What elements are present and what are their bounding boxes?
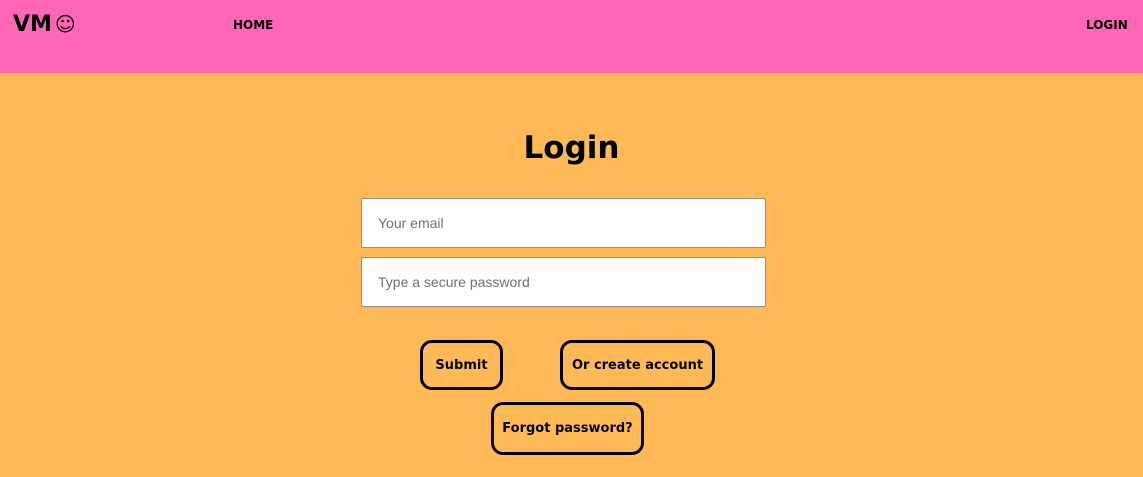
create-account-button[interactable]: Or create account [560,340,715,390]
top-navbar: VM ☺ HOME LOGIN [0,0,1143,73]
email-field[interactable] [361,198,766,248]
smiley-icon: ☺ [54,12,76,36]
brand-name: VM [13,12,52,37]
nav-home-link[interactable]: HOME [233,18,273,33]
forgot-password-button[interactable]: Forgot password? [491,402,644,455]
page-title: Login [523,130,620,166]
submit-button[interactable]: Submit [420,340,503,390]
password-field[interactable] [361,257,766,307]
nav-login-link[interactable]: LOGIN [1086,18,1128,33]
brand-logo[interactable]: VM ☺ [13,11,76,38]
